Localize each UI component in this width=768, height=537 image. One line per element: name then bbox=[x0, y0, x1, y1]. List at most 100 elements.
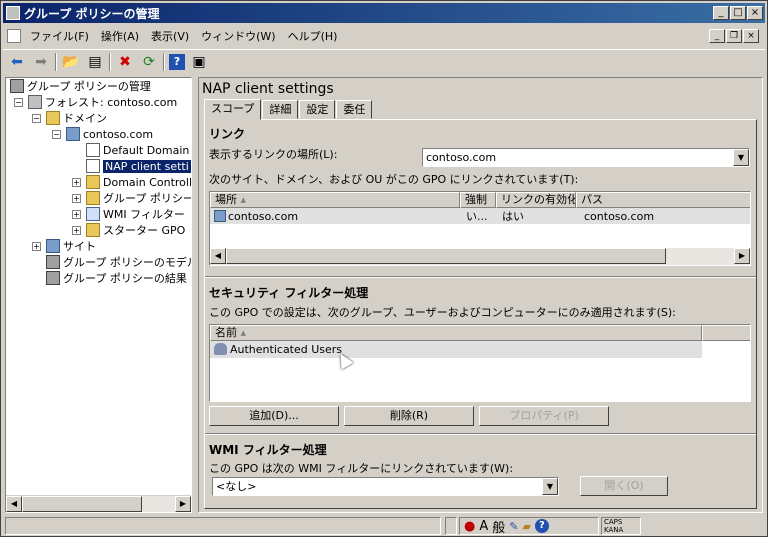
tree-node-domain-controllers[interactable]: Domain Controlle bbox=[86, 174, 192, 190]
tree-node-domain[interactable]: contoso.com bbox=[66, 126, 153, 142]
mdi-restore-button[interactable]: ❐ bbox=[726, 29, 742, 43]
expand-icon[interactable]: + bbox=[72, 178, 81, 187]
tree-node-gpo[interactable]: グループ ポリシー bbox=[86, 190, 191, 206]
collapse-icon[interactable]: − bbox=[52, 130, 61, 139]
scroll-left-icon[interactable]: ◀ bbox=[6, 496, 22, 512]
tab-details[interactable]: 詳細 bbox=[262, 100, 299, 119]
menu-file[interactable]: ファイル(F) bbox=[24, 28, 95, 44]
remove-button[interactable]: 削除(R) bbox=[344, 406, 474, 426]
tree-label: Default Domain bbox=[103, 143, 190, 157]
ime-mode-kan[interactable]: 般 bbox=[492, 517, 505, 536]
tab-scope[interactable]: スコープ bbox=[204, 99, 262, 120]
show-hide-tree-icon[interactable]: ▤ bbox=[85, 52, 105, 72]
expand-icon[interactable]: + bbox=[72, 210, 81, 219]
title-bar[interactable]: グループ ポリシーの管理 _ □ × bbox=[3, 3, 765, 23]
gpo-link-icon bbox=[86, 159, 100, 173]
column-header-location[interactable]: 場所 ▴ bbox=[210, 192, 460, 208]
tree-node-wmi-filters[interactable]: WMI フィルター bbox=[86, 206, 185, 222]
links-horizontal-scrollbar[interactable]: ◀ ▶ bbox=[210, 248, 750, 265]
section-divider bbox=[205, 276, 756, 278]
tree-label: グループ ポリシーのモデル( bbox=[63, 256, 192, 269]
links-heading: リンク bbox=[209, 127, 246, 141]
open-button[interactable]: 開く(O) bbox=[580, 476, 668, 496]
links-listview[interactable]: 場所 ▴ 強制 リンクの有効化 パス contoso.com い... はい c… bbox=[209, 191, 751, 266]
tree-node-nap-client-settings[interactable]: NAP client setti bbox=[86, 158, 191, 174]
ime-tool-icon[interactable]: ▰ bbox=[522, 520, 530, 533]
tree-horizontal-scrollbar[interactable]: ◀ ▶ bbox=[6, 495, 191, 512]
column-header-path[interactable]: パス bbox=[576, 192, 750, 208]
ime-mode-a[interactable]: A bbox=[479, 519, 488, 534]
tree-node-root[interactable]: グループ ポリシーの管理 bbox=[10, 78, 151, 94]
tree-label: Domain Controlle bbox=[103, 175, 192, 189]
dropdown-arrow-icon[interactable]: ▼ bbox=[542, 478, 558, 495]
column-header-blank[interactable] bbox=[702, 325, 750, 341]
add-button[interactable]: 追加(D)... bbox=[209, 406, 339, 426]
scroll-thumb[interactable] bbox=[226, 248, 666, 264]
scroll-right-icon[interactable]: ▶ bbox=[734, 248, 750, 264]
toolbar-separator bbox=[163, 52, 165, 71]
details-pane: NAP client settings スコープ 詳細 設定 委任 リンク 表示… bbox=[198, 77, 763, 513]
column-header-link-enabled[interactable]: リンクの有効化 bbox=[496, 192, 576, 208]
forward-icon[interactable]: ➡ bbox=[31, 52, 51, 72]
tree-node-starter-gpo[interactable]: スターター GPO bbox=[86, 222, 185, 238]
tree-node-sites[interactable]: サイト bbox=[46, 238, 96, 254]
expand-icon[interactable]: + bbox=[72, 194, 81, 203]
security-listview[interactable]: 名前 ▴ Authenticated Users bbox=[209, 324, 751, 402]
gpmc-app-icon[interactable] bbox=[6, 6, 20, 20]
delete-icon[interactable]: ✖ bbox=[115, 52, 135, 72]
close-button[interactable]: × bbox=[747, 6, 763, 20]
properties-icon[interactable]: ▣ bbox=[189, 52, 209, 72]
menu-action[interactable]: 操作(A) bbox=[95, 28, 145, 44]
menu-view[interactable]: 表示(V) bbox=[145, 28, 195, 44]
wmi-filter-combo[interactable]: <なし> ▼ bbox=[212, 477, 559, 496]
menu-window[interactable]: ウィンドウ(W) bbox=[195, 28, 281, 44]
security-principal-cell: Authenticated Users bbox=[214, 342, 694, 357]
tree-node-default-domain-policy[interactable]: Default Domain bbox=[86, 142, 189, 158]
refresh-icon[interactable]: ⟳ bbox=[139, 52, 159, 72]
document-icon[interactable] bbox=[7, 29, 21, 43]
location-combo[interactable]: contoso.com ▼ bbox=[422, 148, 750, 167]
status-pane-main bbox=[5, 517, 441, 535]
results-icon bbox=[46, 271, 60, 285]
tab-strip: スコープ 詳細 設定 委任 bbox=[204, 99, 373, 120]
scroll-left-icon[interactable]: ◀ bbox=[210, 248, 226, 264]
console-tree[interactable]: グループ ポリシーの管理 − フォレスト: contoso.com − ドメイン… bbox=[5, 77, 192, 513]
column-header-enforced[interactable]: 強制 bbox=[460, 192, 496, 208]
tab-delegation[interactable]: 委任 bbox=[336, 100, 373, 119]
ime-icon[interactable]: ● bbox=[464, 519, 475, 534]
ime-pad-icon[interactable]: ✎ bbox=[509, 520, 518, 533]
back-icon[interactable]: ⬅ bbox=[7, 52, 27, 72]
dropdown-arrow-icon[interactable]: ▼ bbox=[733, 149, 749, 166]
gpo-link-icon bbox=[86, 143, 100, 157]
cell-text: contoso.com bbox=[228, 210, 299, 223]
properties-button[interactable]: プロパティ(P) bbox=[479, 406, 609, 426]
scroll-right-icon[interactable]: ▶ bbox=[175, 496, 191, 512]
mdi-close-button[interactable]: × bbox=[743, 29, 759, 43]
minimize-button[interactable]: _ bbox=[713, 6, 729, 20]
help-icon[interactable]: ? bbox=[169, 53, 185, 70]
tree-node-results[interactable]: グループ ポリシーの結果 bbox=[46, 270, 187, 286]
sort-asc-icon: ▴ bbox=[240, 326, 247, 339]
wmi-heading: WMI フィルター処理 bbox=[209, 443, 327, 457]
status-bar: ● A 般 ✎ ▰ ? CAPS KANA bbox=[3, 515, 765, 536]
ime-help-icon[interactable]: ? bbox=[534, 519, 549, 533]
tree-node-forest[interactable]: フォレスト: contoso.com bbox=[28, 94, 177, 110]
menu-help[interactable]: ヘルプ(H) bbox=[282, 28, 344, 44]
location-label: 表示するリンクの場所(L): bbox=[209, 148, 338, 161]
expand-icon[interactable]: + bbox=[32, 242, 41, 251]
collapse-icon[interactable]: − bbox=[32, 114, 41, 123]
caps-kana-indicator: CAPS KANA bbox=[601, 517, 641, 535]
mdi-minimize-button[interactable]: _ bbox=[709, 29, 725, 43]
tree-node-modeling[interactable]: グループ ポリシーのモデル( bbox=[46, 254, 192, 270]
collapse-icon[interactable]: − bbox=[14, 98, 23, 107]
scroll-thumb[interactable] bbox=[22, 496, 142, 512]
folder-icon bbox=[46, 111, 60, 125]
expand-icon[interactable]: + bbox=[72, 226, 81, 235]
up-folder-icon[interactable]: 📂 bbox=[61, 52, 81, 72]
status-pane-small bbox=[445, 517, 457, 535]
maximize-button[interactable]: □ bbox=[730, 6, 746, 20]
tab-settings[interactable]: 設定 bbox=[299, 100, 336, 119]
column-header-name[interactable]: 名前 ▴ bbox=[210, 325, 702, 341]
users-group-icon bbox=[214, 343, 227, 355]
tree-node-domains[interactable]: ドメイン bbox=[46, 110, 107, 126]
